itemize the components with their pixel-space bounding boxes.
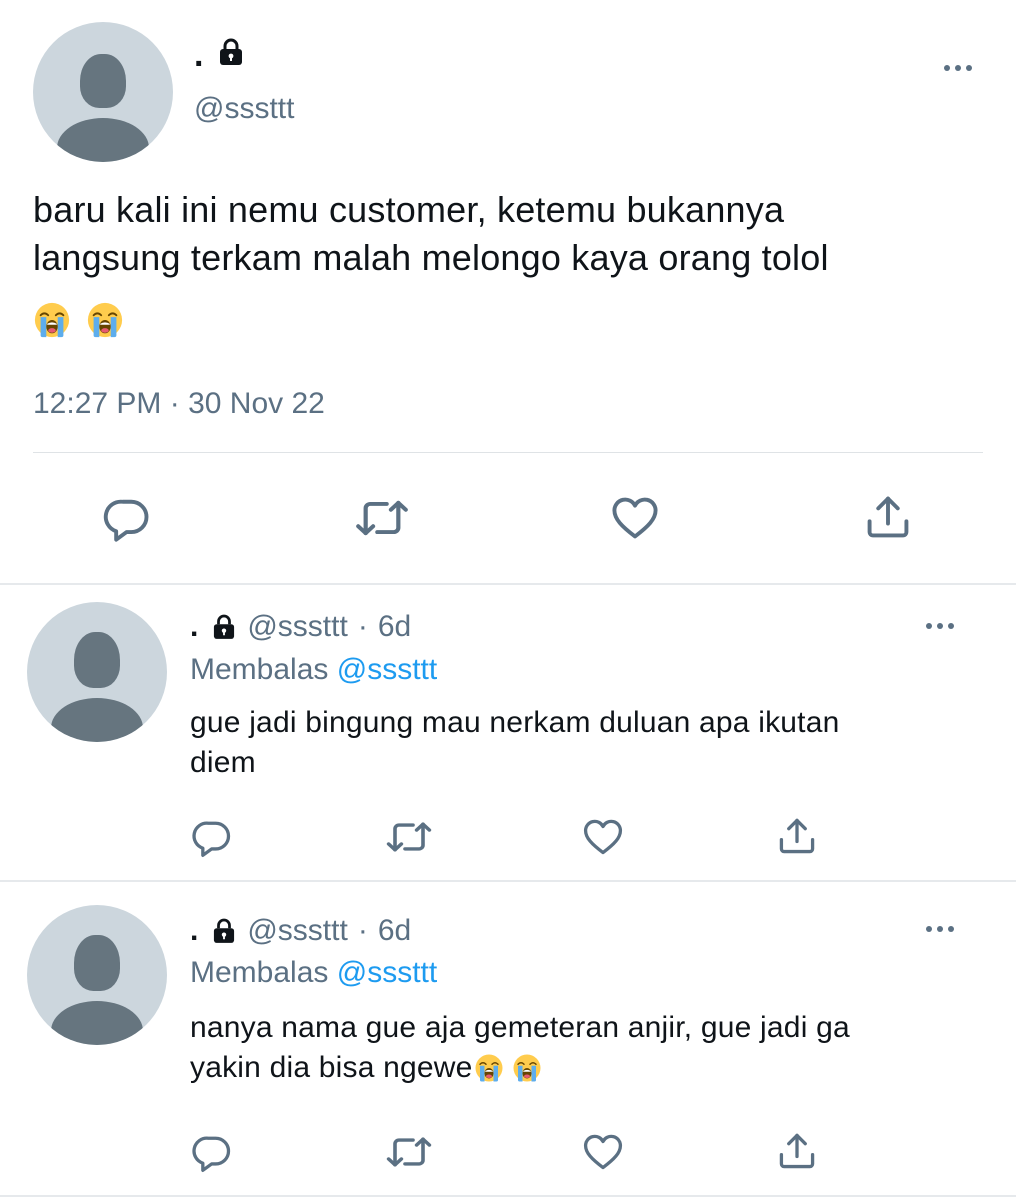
more-options-icon[interactable] <box>944 65 972 71</box>
share-icon[interactable] <box>775 813 819 859</box>
reply-icon[interactable] <box>101 492 153 544</box>
reply-text-line-2: diem <box>190 746 256 779</box>
mention-link[interactable]: @sssttt <box>337 653 437 686</box>
section-divider <box>0 880 1016 882</box>
reply-author-name[interactable]: . <box>190 610 198 644</box>
avatar[interactable] <box>27 602 167 742</box>
like-icon[interactable] <box>580 1130 626 1174</box>
like-icon[interactable] <box>608 492 662 544</box>
replying-prefix: Membalas <box>190 653 329 686</box>
retweet-icon[interactable] <box>354 492 410 544</box>
replying-prefix: Membalas <box>190 956 329 989</box>
more-options-icon[interactable] <box>926 926 954 932</box>
more-options-icon[interactable] <box>926 623 954 629</box>
avatar[interactable] <box>27 905 167 1045</box>
tweet-text-line-2: langsung terkam malah melongo kaya orang… <box>33 237 829 278</box>
replying-to: Membalas @sssttt <box>190 956 437 990</box>
avatar-body-shape <box>51 1001 143 1045</box>
avatar-body-shape <box>51 698 143 742</box>
reply-text-line-2: yakin dia bisa ngewe <box>190 1048 850 1088</box>
reply-author-handle[interactable]: @sssttt <box>247 914 347 948</box>
reply-icon[interactable] <box>190 815 234 859</box>
tweet-text-line-1: baru kali ini nemu customer, ketemu buka… <box>33 189 785 230</box>
reply-author-name[interactable]: . <box>190 914 198 948</box>
divider <box>33 452 983 453</box>
retweet-icon[interactable] <box>385 1130 433 1174</box>
reply-author-handle[interactable]: @sssttt <box>247 610 347 644</box>
avatar-head-shape <box>74 632 120 688</box>
reply-text: nanya nama gue aja gemeteran anjir, gue … <box>190 1008 850 1088</box>
lock-icon <box>219 38 243 66</box>
reply-header: . @sssttt · 6d <box>190 914 411 948</box>
reply-time[interactable]: 6d <box>378 610 411 644</box>
section-divider <box>0 1195 1016 1197</box>
loudly-crying-face-icon <box>474 1053 504 1083</box>
lock-icon <box>213 614 235 640</box>
avatar[interactable] <box>33 22 173 162</box>
section-divider <box>0 583 1016 585</box>
author-name[interactable]: . <box>194 38 203 72</box>
tweet-emojis <box>33 301 124 339</box>
avatar-head-shape <box>74 935 120 991</box>
reply-text-line-2-words: yakin dia bisa ngewe <box>190 1051 473 1084</box>
author-handle[interactable]: @sssttt <box>194 92 294 126</box>
tweet-timestamp[interactable]: 12:27 PM · 30 Nov 22 <box>33 387 325 421</box>
share-icon[interactable] <box>862 490 914 544</box>
loudly-crying-face-icon <box>512 1053 542 1083</box>
like-icon[interactable] <box>580 815 626 859</box>
mention-link[interactable]: @sssttt <box>337 956 437 989</box>
reply-text-line-1: nanya nama gue aja gemeteran anjir, gue … <box>190 1011 850 1044</box>
reply-icon[interactable] <box>190 1130 234 1174</box>
reply-header: . @sssttt · 6d <box>190 610 411 644</box>
reply-text: gue jadi bingung mau nerkam duluan apa i… <box>190 703 839 783</box>
lock-icon <box>213 918 235 944</box>
tweet-text: baru kali ini nemu customer, ketemu buka… <box>33 186 829 282</box>
retweet-icon[interactable] <box>385 815 433 859</box>
avatar-body-shape <box>57 118 149 162</box>
separator: · <box>357 610 368 643</box>
loudly-crying-face-icon <box>33 301 71 339</box>
reply-text-line-1: gue jadi bingung mau nerkam duluan apa i… <box>190 706 840 739</box>
avatar-head-shape <box>80 54 126 108</box>
loudly-crying-face-icon <box>86 301 124 339</box>
replying-to: Membalas @sssttt <box>190 653 437 687</box>
separator: · <box>357 914 368 947</box>
reply-time[interactable]: 6d <box>378 914 411 948</box>
share-icon[interactable] <box>775 1128 819 1174</box>
